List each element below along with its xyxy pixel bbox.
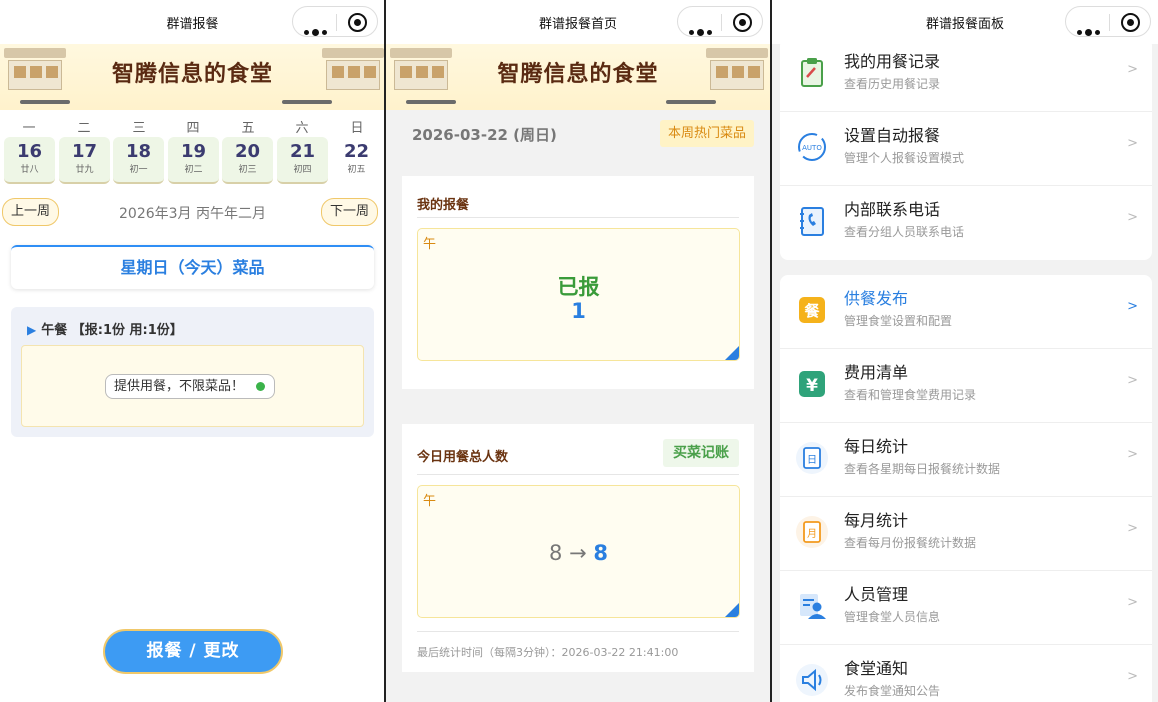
last-stat-time: 最后统计时间（每隔3分钟）：2026-03-22 21:41:00: [417, 646, 679, 659]
yuan-icon: ¥: [794, 366, 830, 402]
banner-title: 智腾信息的食堂: [497, 62, 659, 87]
phone-book-icon: [794, 203, 830, 239]
month-label: 2026年3月 丙午年二月: [119, 206, 266, 222]
lunch-header-text: 午餐 【报:1份 用:1份】: [41, 323, 183, 338]
weekday-header: 一 二 三 四 五 六 日: [0, 117, 385, 136]
total-diners-box[interactable]: 午 8 → 8: [417, 485, 740, 618]
daily-stats-icon: 日: [794, 440, 830, 476]
svg-text:AUTO: AUTO: [802, 144, 822, 152]
menu-item-daily-stats[interactable]: 日 每日统计 查看各星期每日报餐统计数据 >: [780, 423, 1152, 497]
admin-menu-group: 餐 供餐发布 管理食堂设置和配置 > ¥ 费用清单 查看和管理食堂费用记录 > …: [780, 275, 1152, 702]
weekday-label: 三: [132, 121, 146, 136]
weekday-label: 六: [295, 121, 309, 136]
monthly-stats-icon: 月: [794, 514, 830, 550]
calendar-day[interactable]: 18 初一: [113, 137, 164, 184]
calendar-day[interactable]: 20 初三: [222, 137, 273, 184]
calendar-day[interactable]: 21 初四: [277, 137, 328, 184]
weekday-label: 一: [22, 121, 36, 136]
chevron-right-icon: >: [1127, 669, 1138, 684]
svg-text:月: 月: [807, 528, 817, 540]
chevron-right-icon: >: [1127, 136, 1138, 151]
close-target-icon[interactable]: [348, 13, 367, 32]
hot-dishes-button[interactable]: 本周热门菜品: [659, 120, 754, 147]
personal-menu-group: 我的用餐记录 查看历史用餐记录 > AUTO 设置自动报餐 管理个人报餐设置模式…: [780, 38, 1152, 260]
meal-chip: 提供用餐，不限菜品！: [105, 374, 276, 399]
meal-chip-text: 提供用餐，不限菜品！: [114, 379, 245, 394]
order-status: 已报: [557, 275, 600, 299]
svg-text:¥: ¥: [806, 376, 818, 396]
close-target-icon[interactable]: [733, 13, 752, 32]
current-date: 2026-03-22 (周日): [412, 126, 557, 144]
menu-item-meal-publish[interactable]: 餐 供餐发布 管理食堂设置和配置 >: [780, 275, 1152, 349]
expand-triangle-icon: ▶: [27, 323, 37, 337]
canteen-banner: 智腾信息的食堂: [386, 44, 770, 110]
staff-icon: [794, 588, 830, 624]
chevron-right-icon: >: [1127, 521, 1138, 536]
close-target-icon[interactable]: [1121, 13, 1140, 32]
date-bar: 2026-03-22 (周日) 本周热门菜品: [386, 110, 770, 156]
my-meal-box[interactable]: 午 已报 1: [417, 228, 740, 361]
panel-dashboard: 群谱报餐面板 我的用餐记录 查看历史用餐记录 > AUTO 设置自动报餐 管理个…: [772, 0, 1158, 702]
lunch-card: ▶ 午餐 【报:1份 用:1份】 提供用餐，不限菜品！: [11, 307, 374, 437]
panel-home: 群谱报餐首页 智腾信息的食堂 2026-03-22 (周日) 本周热门菜品 我的…: [386, 0, 770, 702]
menu-item-canteen-notice[interactable]: 食堂通知 发布食堂通知公告 >: [780, 645, 1152, 702]
menu-item-meal-records[interactable]: 我的用餐记录 查看历史用餐记录 >: [780, 38, 1152, 112]
menu-item-staff-management[interactable]: 人员管理 管理食堂人员信息 >: [780, 571, 1152, 645]
weekday-label: 五: [241, 121, 255, 136]
corner-mark-icon: [725, 346, 739, 360]
weekday-label: 四: [186, 121, 200, 136]
order-change-button[interactable]: 报餐 / 更改: [103, 629, 283, 674]
chevron-right-icon: >: [1127, 210, 1138, 225]
more-icon[interactable]: [689, 20, 715, 39]
chevron-right-icon: >: [1127, 62, 1138, 77]
lunch-tag: 午: [423, 494, 437, 509]
menu-capsule[interactable]: [677, 6, 763, 37]
prev-week-button[interactable]: 上一周: [2, 198, 60, 226]
calendar-day[interactable]: 16 廿八: [4, 137, 55, 184]
meal-publish-icon: 餐: [794, 292, 830, 328]
status-dot-icon: [256, 382, 266, 391]
more-icon[interactable]: [1077, 20, 1103, 39]
lunch-tag: 午: [423, 237, 437, 252]
weekday-label: 日: [350, 121, 364, 136]
banner-title: 智腾信息的食堂: [111, 62, 273, 87]
svg-text:餐: 餐: [804, 302, 820, 320]
menu-item-auto-order[interactable]: AUTO 设置自动报餐 管理个人报餐设置模式 >: [780, 112, 1152, 186]
speaker-icon: [794, 662, 830, 698]
chevron-right-icon: >: [1127, 595, 1138, 610]
calendar-day[interactable]: 19 初二: [168, 137, 219, 184]
order-count: 1: [571, 299, 586, 323]
lunch-header[interactable]: ▶ 午餐 【报:1份 用:1份】: [27, 319, 183, 338]
today-menu-title: 星期日（今天）菜品: [11, 245, 374, 289]
menu-capsule[interactable]: [292, 6, 378, 37]
my-meal-title: 我的报餐: [417, 198, 470, 213]
svg-text:日: 日: [807, 455, 817, 466]
my-meal-card: 我的报餐 午 已报 1: [402, 176, 754, 389]
weekday-label: 二: [77, 121, 91, 136]
next-week-button[interactable]: 下一周: [321, 198, 379, 226]
menu-item-internal-phone[interactable]: 内部联系电话 查看分组人员联系电话 >: [780, 186, 1152, 260]
menu-capsule[interactable]: [1065, 6, 1151, 37]
canteen-banner: 智腾信息的食堂: [0, 44, 385, 110]
panel-meal-calendar: 群谱报餐 智腾信息的食堂 一 二 三 四 五 六 日 16 廿八 17 廿九 18 初…: [0, 0, 385, 702]
corner-mark-icon: [725, 603, 739, 617]
chevron-right-icon: >: [1127, 299, 1138, 314]
grocery-ledger-button[interactable]: 买菜记账: [663, 439, 739, 467]
total-diners-card: 今日用餐总人数 买菜记账 午 8 → 8 最后统计时间（每隔3分钟）：2026-…: [402, 424, 754, 672]
calendar-day-today[interactable]: 22 初五: [331, 137, 382, 184]
chevron-right-icon: >: [1127, 447, 1138, 462]
menu-item-monthly-stats[interactable]: 月 每月统计 查看每月份报餐统计数据 >: [780, 497, 1152, 571]
clipboard-icon: [794, 55, 830, 91]
chevron-right-icon: >: [1127, 373, 1138, 388]
auto-cycle-icon: AUTO: [794, 129, 830, 165]
diners-count: 8 → 8: [549, 541, 608, 565]
calendar-day[interactable]: 17 廿九: [59, 137, 110, 184]
total-diners-title: 今日用餐总人数: [417, 450, 509, 465]
more-icon[interactable]: [304, 20, 330, 39]
top-bar: 群谱报餐: [0, 0, 385, 44]
lunch-menu-box: 提供用餐，不限菜品！: [21, 345, 364, 427]
top-bar: 群谱报餐首页: [386, 0, 770, 44]
menu-item-expense-list[interactable]: ¥ 费用清单 查看和管理食堂费用记录 >: [780, 349, 1152, 423]
